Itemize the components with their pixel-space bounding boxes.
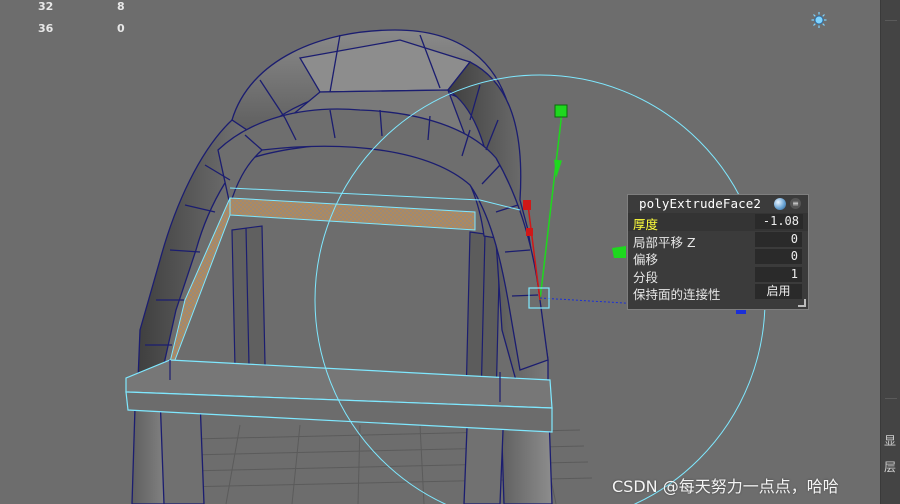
display-layer-tab[interactable]: 显	[884, 432, 896, 449]
attr-row-keep-faces-together[interactable]: 保持面的连接性 启用	[628, 283, 808, 302]
resize-grip-icon[interactable]	[798, 299, 806, 307]
divider	[885, 20, 897, 21]
attr-row-offset[interactable]: 偏移 0	[628, 248, 808, 267]
hud-value-a: 32	[38, 0, 54, 13]
divider	[885, 398, 897, 399]
attr-value-offset[interactable]: 0	[755, 249, 802, 264]
attr-value-divisions[interactable]: 1	[755, 266, 802, 282]
panel-header[interactable]: polyExtrudeFace2 ≡	[628, 195, 808, 213]
panel-title: polyExtrudeFace2	[639, 196, 762, 211]
hud-value-b: 8	[117, 0, 125, 13]
attr-value-thickness[interactable]: -1.08	[755, 214, 803, 229]
attr-row-local-translate-z[interactable]: 局部平移 Z 0	[628, 231, 808, 250]
attr-row-thickness[interactable]: 厚度 -1.08	[628, 213, 808, 232]
options-icon[interactable]: ≡	[790, 198, 801, 209]
globe-icon[interactable]	[774, 198, 786, 210]
in-view-editor-panel[interactable]: polyExtrudeFace2 ≡ 厚度 -1.08 局部平移 Z 0 偏移 …	[627, 194, 809, 310]
hud-value-a: 36	[38, 22, 54, 35]
hud-value-b: 0	[117, 22, 125, 35]
attr-value-keep-faces-together[interactable]: 启用	[755, 284, 802, 299]
side-panel-strip[interactable]: 显 层	[880, 0, 900, 504]
watermark: CSDN @每天努力一点点，哈哈	[612, 477, 839, 496]
layer-tab[interactable]: 层	[884, 458, 896, 475]
attr-row-divisions[interactable]: 分段 1	[628, 266, 808, 285]
lights-icon[interactable]	[811, 11, 827, 29]
attr-label: 保持面的连接性	[633, 287, 721, 302]
attr-value-local-translate-z[interactable]: 0	[755, 231, 802, 247]
